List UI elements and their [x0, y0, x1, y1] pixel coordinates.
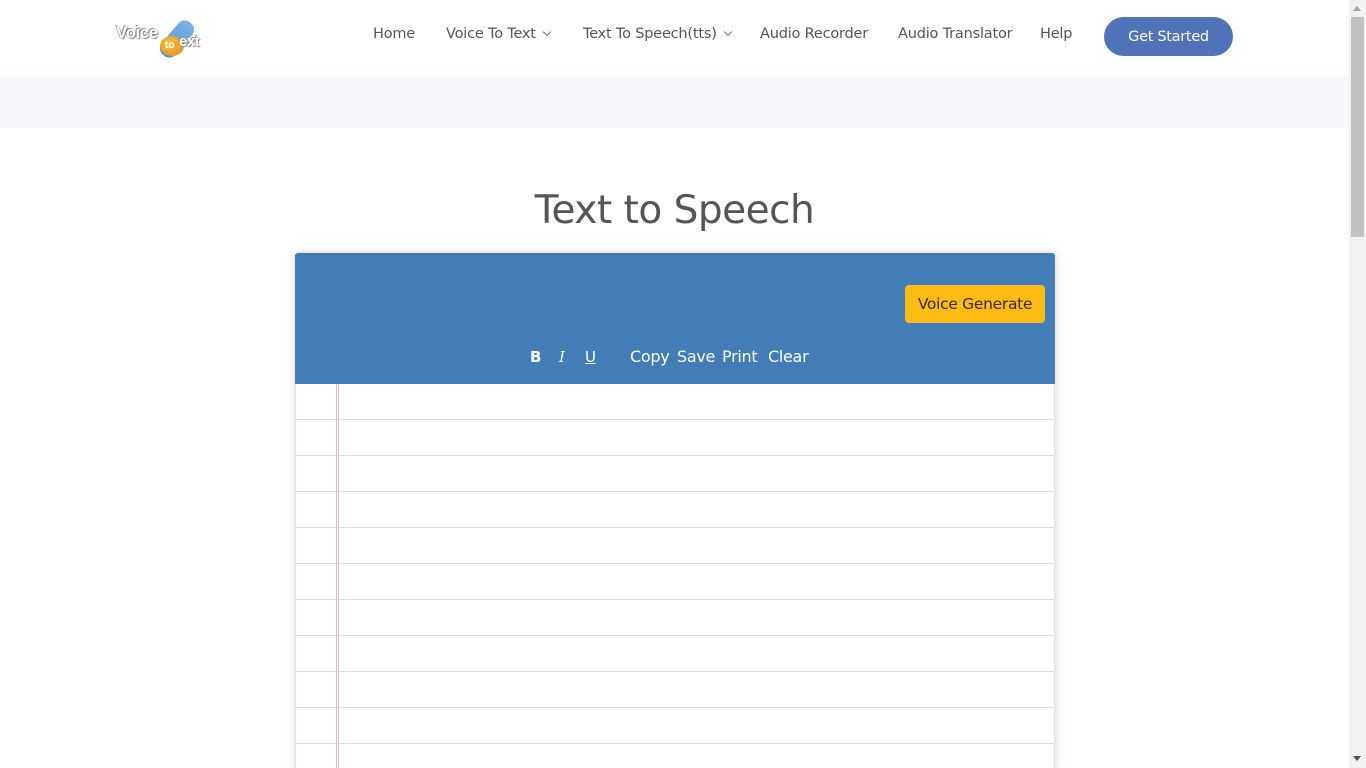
nav-help[interactable]: Help: [1040, 26, 1072, 42]
paper-margin-line: [336, 384, 339, 768]
nav-audio-recorder-label: Audio Recorder: [760, 26, 869, 42]
nav-home[interactable]: Home: [373, 26, 415, 42]
nav-help-label: Help: [1040, 26, 1073, 42]
chevron-down-icon: [723, 27, 732, 37]
chevron-down-icon: [542, 27, 552, 37]
nav-text-to-speech[interactable]: Text To Speech(tts): [583, 26, 732, 42]
nav-text-to-speech-label: Text To Speech(tts): [583, 26, 717, 42]
logo[interactable]: Voice to ext: [116, 16, 218, 61]
nav-voice-to-text-label: Voice To Text: [446, 26, 536, 42]
nav-audio-recorder[interactable]: Audio Recorder: [760, 26, 868, 42]
print-button[interactable]: Print: [722, 347, 758, 366]
clear-button[interactable]: Clear: [768, 347, 809, 366]
logo-text-to: to: [165, 40, 175, 51]
nav-audio-translator-label: Audio Translator: [898, 26, 1013, 42]
copy-button[interactable]: Copy: [630, 347, 670, 366]
nav-home-label: Home: [373, 26, 416, 42]
italic-button[interactable]: I: [559, 348, 565, 366]
text-input-area[interactable]: [344, 384, 1049, 768]
bold-button[interactable]: B: [530, 348, 541, 366]
voice-generate-button[interactable]: Voice Generate: [905, 285, 1045, 323]
header-band: [0, 76, 1349, 128]
nav-audio-translator[interactable]: Audio Translator: [898, 26, 1013, 42]
logo-text-ext: ext: [179, 33, 200, 50]
editor-toolbar: Voice Generate B I U Copy Save Print Cle…: [295, 253, 1055, 384]
lined-paper: [295, 384, 1055, 768]
navbar: Voice to ext Home Voice To Text Text To …: [0, 0, 1349, 76]
scroll-up-arrow-icon[interactable]: [1353, 6, 1361, 11]
scroll-thumb[interactable]: [1351, 17, 1364, 237]
logo-text-voice: Voice: [116, 23, 158, 42]
page-title: Text to Speech: [534, 188, 815, 233]
get-started-button[interactable]: Get Started: [1104, 17, 1233, 56]
save-button[interactable]: Save: [677, 347, 715, 366]
scroll-down-arrow-icon[interactable]: [1353, 756, 1361, 761]
page-scrollbar[interactable]: [1349, 0, 1366, 768]
nav-voice-to-text[interactable]: Voice To Text: [446, 26, 552, 42]
underline-button[interactable]: U: [585, 348, 596, 366]
text-editor: Voice Generate B I U Copy Save Print Cle…: [295, 253, 1055, 768]
